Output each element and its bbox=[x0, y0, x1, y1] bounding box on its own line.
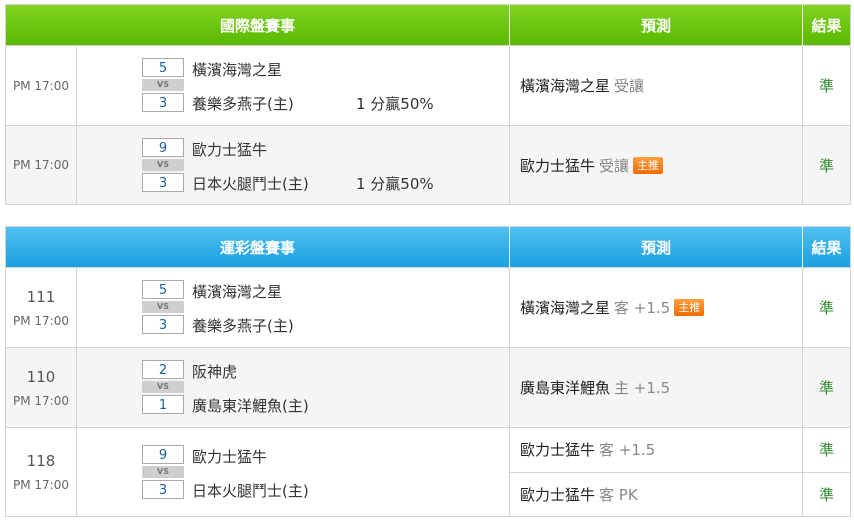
prediction-cell: 橫濱海灣之星 客 +1.5 主推 bbox=[510, 268, 803, 347]
sports-header-result: 結果 bbox=[811, 238, 842, 257]
match-time: PM 17:00 bbox=[13, 393, 69, 408]
match-time-cell: PM 17:00 bbox=[6, 126, 77, 204]
team-home: 養樂多燕子(主) bbox=[192, 317, 294, 335]
prediction-detail: 受讓 bbox=[599, 156, 630, 175]
result-value: 準 bbox=[818, 441, 834, 460]
vs-label: VS bbox=[142, 159, 184, 171]
match-time: PM 17:00 bbox=[13, 313, 69, 328]
recommend-badge: 主推 bbox=[633, 156, 664, 174]
prediction-team: 歐力士猛牛 bbox=[520, 441, 596, 460]
prediction-cell: 歐力士猛牛 受讓 主推 bbox=[510, 126, 803, 204]
prediction-detail: 主 +1.5 bbox=[614, 379, 671, 397]
team-away: 歐力士猛牛 bbox=[192, 448, 268, 466]
prediction-team: 橫濱海灣之星 bbox=[520, 77, 611, 95]
prediction-detail: 受讓 bbox=[614, 77, 645, 95]
team-home: 日本火腿鬥士(主) bbox=[192, 482, 309, 500]
match-time-cell: 118 PM 17:00 bbox=[6, 428, 77, 516]
match-time-cell: PM 17:00 bbox=[6, 46, 77, 125]
prediction-detail: 客 +1.5 bbox=[614, 299, 671, 317]
prediction-line: 歐力士猛牛 受讓 主推 bbox=[510, 126, 802, 204]
prediction-detail: 客 +1.5 bbox=[599, 441, 656, 460]
table-row: 110 PM 17:00 2 VS 1 阪神虎 廣島東洋鯉魚(主) 廣島東洋鯉魚… bbox=[6, 347, 850, 427]
team-away: 阪神虎 bbox=[192, 363, 238, 381]
score-home: 3 bbox=[142, 93, 184, 112]
prediction-team: 歐力士猛牛 bbox=[520, 156, 596, 175]
vs-label: VS bbox=[142, 79, 184, 91]
table-row: 111 PM 17:00 5 VS 3 橫濱海灣之星 養樂多燕子(主) 橫濱海灣… bbox=[6, 267, 850, 347]
score-home: 1 bbox=[142, 395, 184, 414]
score-away: 2 bbox=[142, 360, 184, 379]
match-cell: 2 VS 1 阪神虎 廣島東洋鯉魚(主) bbox=[77, 348, 510, 427]
prediction-team: 廣島東洋鯉魚 bbox=[520, 379, 611, 397]
match-time-cell: 111 PM 17:00 bbox=[6, 268, 77, 347]
prediction-cell: 廣島東洋鯉魚 主 +1.5 bbox=[510, 348, 803, 427]
match-cell: 5 VS 3 橫濱海灣之星 養樂多燕子(主) 1 分贏50% bbox=[77, 46, 510, 125]
score-away: 9 bbox=[142, 138, 184, 157]
prediction-line: 廣島東洋鯉魚 主 +1.5 bbox=[510, 348, 802, 427]
match-cell: 5 VS 3 橫濱海灣之星 養樂多燕子(主) bbox=[77, 268, 510, 347]
team-away: 橫濱海灣之星 bbox=[192, 283, 283, 301]
score-away: 9 bbox=[142, 445, 184, 464]
prediction-cell: 橫濱海灣之星 受讓 bbox=[510, 46, 803, 125]
table-row: 118 PM 17:00 9 VS 3 歐力士猛牛 日本火腿鬥士(主) 歐力士猛… bbox=[6, 427, 850, 516]
match-time: PM 17:00 bbox=[13, 158, 69, 172]
result-value: 準 bbox=[818, 299, 834, 317]
prediction-line: 橫濱海灣之星 受讓 bbox=[510, 46, 802, 125]
odds-text: 1 分贏50% bbox=[356, 175, 434, 193]
match-cell: 9 VS 3 歐力士猛牛 日本火腿鬥士(主) 1 分贏50% bbox=[77, 126, 510, 204]
vs-label: VS bbox=[142, 381, 184, 393]
match-number: 110 bbox=[26, 367, 56, 386]
table-row: PM 17:00 9 VS 3 歐力士猛牛 日本火腿鬥士(主) 1 分贏50% … bbox=[6, 125, 850, 204]
result-cell: 準 bbox=[803, 46, 850, 125]
odds-text: 1 分贏50% bbox=[356, 95, 434, 113]
intl-header-result: 結果 bbox=[811, 16, 842, 35]
team-home: 廣島東洋鯉魚(主) bbox=[192, 397, 309, 415]
score-away: 5 bbox=[142, 280, 184, 299]
prediction-detail: 客 PK bbox=[599, 485, 638, 504]
match-time: PM 17:00 bbox=[13, 78, 69, 93]
vs-label: VS bbox=[142, 301, 184, 313]
match-cell: 9 VS 3 歐力士猛牛 日本火腿鬥士(主) bbox=[77, 428, 510, 516]
team-home: 養樂多燕子(主) bbox=[192, 95, 294, 113]
prediction-team: 歐力士猛牛 bbox=[520, 485, 596, 504]
team-home: 日本火腿鬥士(主) bbox=[192, 175, 309, 193]
team-away: 歐力士猛牛 bbox=[192, 141, 268, 159]
match-number: 111 bbox=[26, 287, 56, 306]
result-cell: 準 bbox=[803, 268, 850, 347]
result-value: 準 bbox=[803, 471, 850, 517]
sports-header-title: 運彩盤賽事 bbox=[6, 227, 510, 267]
intl-header-prediction: 預測 bbox=[510, 5, 803, 45]
vs-label: VS bbox=[142, 466, 184, 478]
match-time: PM 17:00 bbox=[13, 478, 69, 492]
result-cell: 準 bbox=[803, 126, 850, 204]
score-home: 3 bbox=[142, 173, 184, 192]
score-away: 5 bbox=[142, 58, 184, 77]
score-home: 3 bbox=[142, 480, 184, 499]
prediction-line: 歐力士猛牛 客 +1.5 bbox=[510, 428, 802, 472]
result-cell: 準 準 bbox=[803, 428, 850, 516]
intl-table-header: 國際盤賽事 預測 結果 bbox=[6, 5, 850, 45]
sports-header-prediction: 預測 bbox=[510, 227, 803, 267]
team-away: 橫濱海灣之星 bbox=[192, 61, 283, 79]
sports-table-header: 運彩盤賽事 預測 結果 bbox=[6, 227, 850, 267]
recommend-badge: 主推 bbox=[674, 299, 705, 316]
score-home: 3 bbox=[142, 315, 184, 334]
result-value: 準 bbox=[818, 156, 834, 175]
result-value: 準 bbox=[818, 77, 834, 95]
prediction-team: 橫濱海灣之星 bbox=[520, 299, 611, 317]
result-value: 準 bbox=[818, 379, 834, 397]
intl-header-title: 國際盤賽事 bbox=[6, 5, 510, 45]
prediction-line: 歐力士猛牛 客 PK bbox=[510, 471, 802, 517]
prediction-cell: 歐力士猛牛 客 +1.5 歐力士猛牛 客 PK bbox=[510, 428, 803, 516]
sports-odds-table: 運彩盤賽事 預測 結果 111 PM 17:00 5 VS 3 橫濱海灣之星 養… bbox=[5, 226, 851, 517]
match-time-cell: 110 PM 17:00 bbox=[6, 348, 77, 427]
table-row: PM 17:00 5 VS 3 橫濱海灣之星 養樂多燕子(主) 1 分贏50% … bbox=[6, 45, 850, 125]
result-cell: 準 bbox=[803, 348, 850, 427]
match-number: 118 bbox=[26, 452, 56, 470]
intl-odds-table: 國際盤賽事 預測 結果 PM 17:00 5 VS 3 橫濱海灣之星 養樂多燕子… bbox=[5, 4, 851, 205]
prediction-line: 橫濱海灣之星 客 +1.5 主推 bbox=[510, 268, 802, 347]
